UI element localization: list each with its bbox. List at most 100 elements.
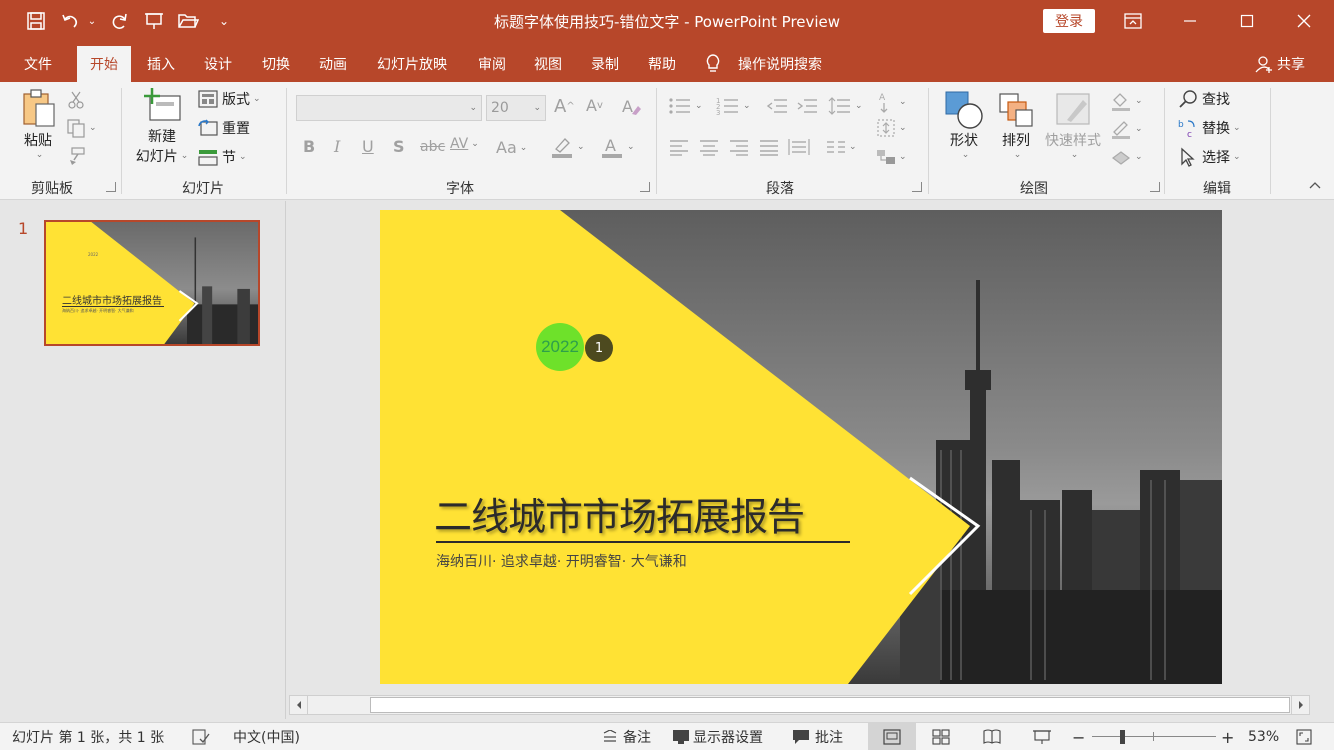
minimize-button[interactable] (1167, 0, 1213, 42)
columns-dropdown-icon[interactable]: ⌄ (849, 142, 857, 152)
clipboard-launcher-icon[interactable] (106, 182, 116, 192)
bullets-button[interactable]: ⌄ (668, 96, 703, 116)
tab-home[interactable]: 开始 (77, 46, 131, 82)
open-folder-icon[interactable] (174, 6, 202, 36)
slide-thumbnail[interactable]: 2022 二线城市市场拓展报告 海纳百川· 追求卓越· 开明睿智· 大气谦和 (44, 220, 260, 346)
font-size-combo[interactable]: 20 ⌄ (486, 95, 546, 121)
section-dropdown-icon[interactable]: ⌄ (239, 152, 247, 162)
copy-icon[interactable]: ⌄ (66, 118, 97, 138)
layout-button[interactable]: 版式 ⌄ (198, 89, 261, 109)
customize-qat-icon[interactable]: ⌄ (214, 6, 234, 36)
reading-view-icon[interactable] (983, 723, 1001, 750)
cut-icon[interactable] (66, 90, 86, 110)
highlight-color-button[interactable]: ⌄ (550, 135, 585, 159)
decrease-indent-icon[interactable] (766, 96, 788, 116)
shape-fill-dropdown-icon[interactable]: ⌄ (1135, 96, 1143, 106)
font-size-dropdown-icon[interactable]: ⌄ (533, 103, 541, 113)
numbering-dropdown-icon[interactable]: ⌄ (743, 101, 751, 111)
align-center-icon[interactable] (698, 138, 720, 156)
undo-icon[interactable] (56, 6, 84, 36)
scroll-left-icon[interactable] (290, 696, 308, 714)
slide-canvas[interactable]: 2022 1 二线城市市场拓展报告 海纳百川· 追求卓越· 开明睿智· 大气谦和 (380, 210, 1222, 684)
columns-button[interactable]: ⌄ (826, 138, 857, 156)
language-status[interactable]: 中文(中国) (233, 723, 300, 750)
spell-check-icon[interactable] (192, 723, 210, 750)
slide-title[interactable]: 二线城市市场拓展报告 (434, 486, 805, 541)
ribbon-display-options-icon[interactable] (1110, 0, 1156, 42)
section-button[interactable]: 节 ⌄ (198, 147, 247, 167)
text-shadow-button[interactable]: S (393, 137, 405, 156)
normal-view-button[interactable] (868, 723, 916, 750)
tab-help[interactable]: 帮助 (636, 46, 688, 82)
distributed-icon[interactable] (788, 138, 810, 156)
undo-dropdown-icon[interactable]: ⌄ (86, 6, 98, 36)
text-direction-dropdown-icon[interactable]: ⌄ (899, 97, 907, 107)
numbering-button[interactable]: 123 ⌄ (716, 96, 751, 116)
paste-dropdown-icon[interactable]: ⌄ (36, 150, 44, 160)
tab-slideshow[interactable]: 幻灯片放映 (366, 46, 458, 82)
character-spacing-button[interactable]: AV ⌄ (450, 136, 479, 152)
shapes-dropdown-icon[interactable]: ⌄ (962, 150, 970, 160)
quick-styles-dropdown-icon[interactable]: ⌄ (1071, 150, 1079, 160)
tab-file[interactable]: 文件 (12, 46, 64, 82)
login-button[interactable]: 登录 (1043, 9, 1095, 33)
font-launcher-icon[interactable] (640, 182, 650, 192)
tab-transitions[interactable]: 切换 (250, 46, 302, 82)
smartart-button[interactable]: ⌄ (876, 147, 907, 167)
arrange-dropdown-icon[interactable]: ⌄ (1014, 150, 1022, 160)
reset-button[interactable]: 重置 (198, 118, 250, 138)
smartart-dropdown-icon[interactable]: ⌄ (899, 152, 907, 162)
select-dropdown-icon[interactable]: ⌄ (1233, 152, 1241, 162)
text-direction-button[interactable]: A ⌄ (876, 90, 907, 114)
clear-formatting-icon[interactable]: A (620, 96, 642, 118)
tab-insert[interactable]: 插入 (136, 46, 186, 82)
underline-button[interactable]: U (362, 137, 374, 156)
align-right-icon[interactable] (728, 138, 750, 156)
maximize-button[interactable] (1224, 0, 1270, 42)
zoom-out-icon[interactable]: − (1072, 723, 1085, 750)
align-text-button[interactable]: ⌄ (876, 118, 907, 138)
shape-effects-button[interactable]: ⌄ (1110, 146, 1143, 168)
replace-dropdown-icon[interactable]: ⌄ (1233, 123, 1241, 133)
tab-animations[interactable]: 动画 (307, 46, 359, 82)
share-button[interactable]: 共享 (1250, 46, 1310, 82)
drawing-launcher-icon[interactable] (1150, 182, 1160, 192)
increase-indent-icon[interactable] (796, 96, 818, 116)
change-case-dropdown-icon[interactable]: ⌄ (520, 143, 528, 153)
paste-button[interactable]: 粘贴 ⌄ (18, 88, 58, 166)
save-icon[interactable] (22, 6, 50, 36)
line-spacing-button[interactable]: ⌄ (828, 96, 863, 116)
shape-outline-button[interactable]: ⌄ (1110, 118, 1143, 140)
font-color-dropdown-icon[interactable]: ⌄ (627, 142, 635, 152)
shape-fill-button[interactable]: ⌄ (1110, 90, 1143, 112)
zoom-in-icon[interactable]: + (1221, 723, 1234, 750)
shape-outline-dropdown-icon[interactable]: ⌄ (1135, 124, 1143, 134)
character-spacing-dropdown-icon[interactable]: ⌄ (471, 139, 479, 149)
select-button[interactable]: 选择 ⌄ (1178, 147, 1241, 167)
shape-effects-dropdown-icon[interactable]: ⌄ (1135, 152, 1143, 162)
paragraph-launcher-icon[interactable] (912, 182, 922, 192)
slide-subtitle[interactable]: 海纳百川· 追求卓越· 开明睿智· 大气谦和 (436, 551, 687, 571)
new-slide-button[interactable]: 新建 幻灯片 ⌄ (130, 88, 194, 172)
justify-icon[interactable] (758, 138, 780, 156)
replace-button[interactable]: bc 替换 ⌄ (1178, 118, 1241, 138)
arrange-button[interactable]: 排列 ⌄ (994, 90, 1038, 174)
presentation-start-icon[interactable] (140, 6, 168, 36)
collapse-ribbon-icon[interactable] (1308, 180, 1322, 190)
align-text-dropdown-icon[interactable]: ⌄ (899, 123, 907, 133)
year-circle[interactable]: 2022 (536, 323, 584, 371)
change-case-button[interactable]: Aa ⌄ (496, 138, 527, 157)
find-button[interactable]: 查找 (1178, 89, 1230, 109)
quick-styles-button[interactable]: 快速样式 ⌄ (1040, 90, 1106, 174)
format-painter-icon[interactable] (66, 146, 86, 166)
zoom-slider-thumb[interactable] (1120, 730, 1125, 744)
increase-font-size-icon[interactable]: A ^ (554, 96, 575, 117)
display-settings-button[interactable]: 显示器设置 (672, 723, 763, 750)
comments-button[interactable]: 批注 (792, 723, 843, 750)
bold-button[interactable]: B (303, 137, 315, 156)
tab-view[interactable]: 视图 (522, 46, 574, 82)
fit-to-window-icon[interactable] (1296, 723, 1312, 750)
strikethrough-button[interactable]: abc (420, 139, 445, 155)
highlight-dropdown-icon[interactable]: ⌄ (577, 142, 585, 152)
scroll-right-icon[interactable] (1291, 696, 1309, 714)
